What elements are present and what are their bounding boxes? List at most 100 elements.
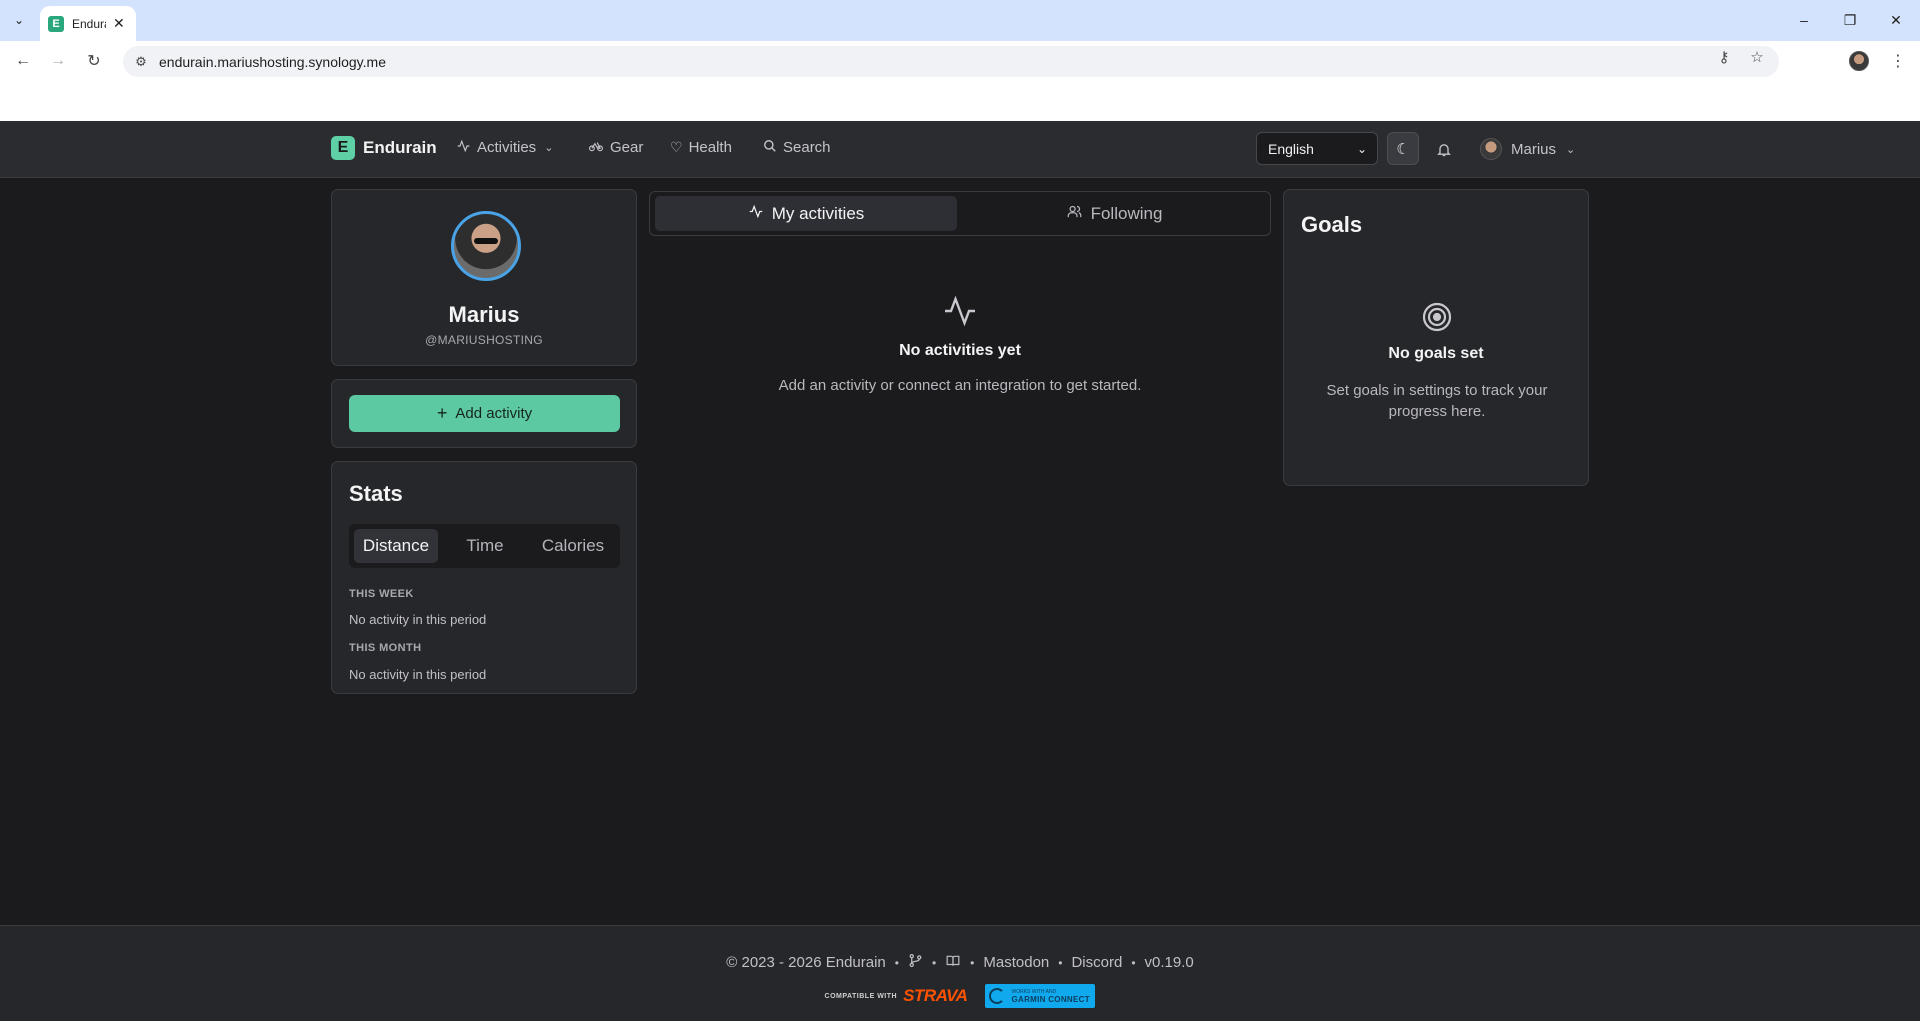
plus-icon: + [436,403,448,423]
footer-separator: • [970,955,975,970]
book-icon[interactable] [945,954,961,972]
nav-activities-label: Activities [477,139,537,156]
footer: © 2023 - 2026 Endurain • • • Mastodon • … [0,925,1920,1021]
feed-tabs: My activities Following [649,191,1271,236]
back-icon[interactable]: ← [11,49,35,73]
reload-icon[interactable]: ↻ [82,49,106,73]
footer-version: v0.19.0 [1144,954,1194,971]
app-navbar: E Endurain Activities ⌄ Gear ♡ Health Se… [0,121,1920,178]
close-window-icon[interactable]: ✕ [1884,8,1908,32]
tab-following[interactable]: Following [962,196,1266,231]
tab-close-icon[interactable]: ✕ [113,15,125,32]
brand-link[interactable]: E Endurain [331,136,437,160]
tab-my-activities[interactable]: My activities [655,196,957,231]
footer-links: © 2023 - 2026 Endurain • • • Mastodon • … [0,953,1920,972]
bike-icon [588,139,604,156]
goals-card: Goals No goals set Set goals in settings… [1283,189,1589,486]
stats-tab-calories[interactable]: Calories [530,529,616,563]
nav-search[interactable]: Search [763,139,831,156]
chevron-down-icon: ⌄ [1356,141,1367,156]
brand-name: Endurain [363,138,437,157]
period-label-month: THIS MONTH [349,642,422,654]
search-icon [763,139,777,156]
endurain-logo-icon: E [331,136,355,160]
strava-badge-caption: COMPATIBLE WITH [824,992,898,1000]
activity-icon [456,139,471,156]
user-menu-name: Marius [1511,140,1557,158]
language-select-value: English [1268,140,1314,157]
url-text[interactable]: endurain.mariushosting.synology.me [159,54,386,70]
strava-badge[interactable]: COMPATIBLE WITH STRAVA [825,984,968,1008]
endurain-favicon-icon: E [48,15,64,32]
tab-title: Endurain [72,16,106,31]
footer-link-mastodon[interactable]: Mastodon [983,954,1049,971]
target-icon [1421,301,1453,333]
add-activity-label: Add activity [455,405,533,422]
browser-tab[interactable]: E Endurain ✕ [40,6,136,41]
footer-copyright: © 2023 - 2026 Endurain [726,954,886,971]
browser-toolbar: ← → ↻ ⚙ endurain.mariushosting.synology.… [0,41,1920,81]
browser-menu-icon[interactable]: ⋮ [1888,49,1908,73]
empty-activities-title: No activities yet [899,342,1021,359]
bookmark-star-icon[interactable]: ☆ [1746,46,1768,68]
nav-activities[interactable]: Activities ⌄ [456,139,553,156]
language-select[interactable]: English ⌄ [1256,132,1378,165]
profile-card: Marius @MARIUSHOSTING [331,189,637,366]
garmin-connect-badge[interactable]: WORKS WITH AND GARMIN CONNECT [985,984,1096,1008]
period-text-month: No activity in this period [349,667,487,682]
activity-icon [940,293,980,329]
chevron-down-icon: ⌄ [1566,143,1576,156]
profile-handle: @MARIUSHOSTING [425,333,543,347]
garmin-badge-name: GARMIN CONNECT [1011,995,1090,1004]
avatar-photo-detail [474,238,498,244]
profile-name: Marius [448,302,520,327]
add-activity-button[interactable]: + Add activity [349,395,620,432]
browser-tabstrip: ⌄ E Endurain ✕ – ❐ ✕ [0,0,1920,41]
period-text-week: No activity in this period [349,612,487,627]
footer-separator: • [894,955,899,970]
goals-title: Goals [1301,212,1363,237]
stats-tab-distance[interactable]: Distance [354,529,438,563]
footer-separator: • [1131,955,1136,970]
strava-logo: STRAVA [903,986,968,1005]
nav-search-label: Search [783,139,831,156]
nav-health-label: Health [688,139,732,156]
notifications-bell-icon[interactable] [1432,137,1456,161]
stats-tab-time[interactable]: Time [445,529,525,563]
user-menu[interactable]: Marius ⌄ [1480,138,1575,160]
site-info-icon[interactable]: ⚙ [131,52,151,72]
chevron-down-icon: ⌄ [544,142,554,154]
password-key-icon[interactable]: ⚷ [1713,46,1735,68]
stats-tabs: Distance Time Calories [349,524,620,568]
heart-icon: ♡ [670,139,683,155]
empty-activities-subtitle: Add an activity or connect an integratio… [778,377,1142,394]
garmin-logo-icon [989,988,1006,1004]
integration-badges: COMPATIBLE WITH STRAVA WORKS WITH AND GA… [0,984,1920,1008]
avatar [1480,138,1502,160]
minimize-icon[interactable]: – [1792,8,1816,32]
nav-health[interactable]: ♡ Health [670,139,732,156]
tab-following-label: Following [1090,203,1163,223]
profile-avatar[interactable] [451,211,521,281]
nav-gear-label: Gear [610,139,644,156]
bookmarks-bar [0,81,1920,121]
activity-icon [748,204,764,223]
address-bar[interactable]: ⚙ endurain.mariushosting.synology.me [123,46,1779,77]
nav-gear[interactable]: Gear [588,139,643,156]
restore-icon[interactable]: ❐ [1838,8,1862,32]
footer-link-discord[interactable]: Discord [1071,954,1122,971]
footer-separator: • [1058,955,1063,970]
browser-profile-avatar[interactable] [1849,51,1869,71]
theme-toggle-button[interactable]: ☾ [1387,132,1419,165]
moon-icon: ☾ [1396,140,1410,158]
tab-my-activities-label: My activities [771,203,865,223]
users-icon [1066,204,1083,223]
goals-empty-subtitle: Set goals in settings to track your prog… [1326,382,1548,420]
stats-card: Stats Distance Time Calories THIS WEEK N… [331,461,637,694]
git-branch-icon[interactable] [908,953,923,972]
tab-search-button[interactable]: ⌄ [7,8,31,32]
add-activity-card: + Add activity [331,379,637,448]
forward-icon[interactable]: → [46,49,70,73]
footer-separator: • [931,955,937,970]
stats-title: Stats [349,481,403,506]
